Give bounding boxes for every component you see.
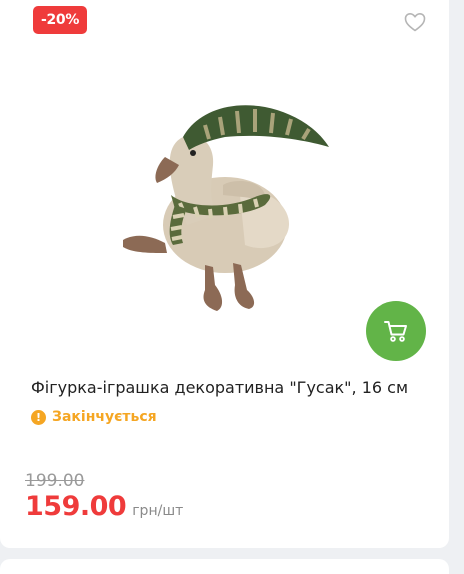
exclamation-circle-icon: ! [31,409,46,425]
heart-icon[interactable] [403,10,427,34]
old-price: 199.00 [25,471,85,491]
next-product-card [0,559,449,574]
product-image[interactable] [105,85,345,325]
current-price: 159.00 [25,491,127,522]
price-unit: грн/шт [132,503,184,519]
price-row: 159.00 грн/шт [25,491,183,522]
stock-status: ! Закінчується [31,409,157,425]
add-to-cart-button[interactable] [366,301,426,361]
cart-icon [384,321,407,342]
product-title[interactable]: Фігурка-іграшка декоративна "Гусак", 16 … [31,378,441,397]
product-card: -20% Фігурка-іграшка декоративна "Гусак"… [0,0,449,548]
discount-badge: -20% [33,6,87,34]
stock-status-text: Закінчується [52,409,157,425]
